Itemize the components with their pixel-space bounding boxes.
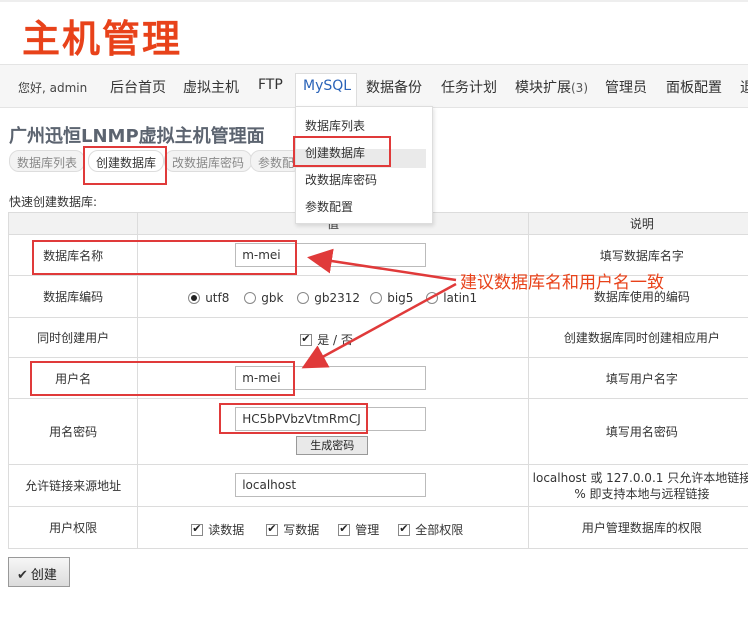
annotation-arrows [301, 248, 457, 369]
arrow-to-username [301, 282, 457, 369]
arrow-to-db-name [307, 248, 457, 282]
annotation-text: 建议数据库名和用户名一致 [460, 273, 664, 293]
